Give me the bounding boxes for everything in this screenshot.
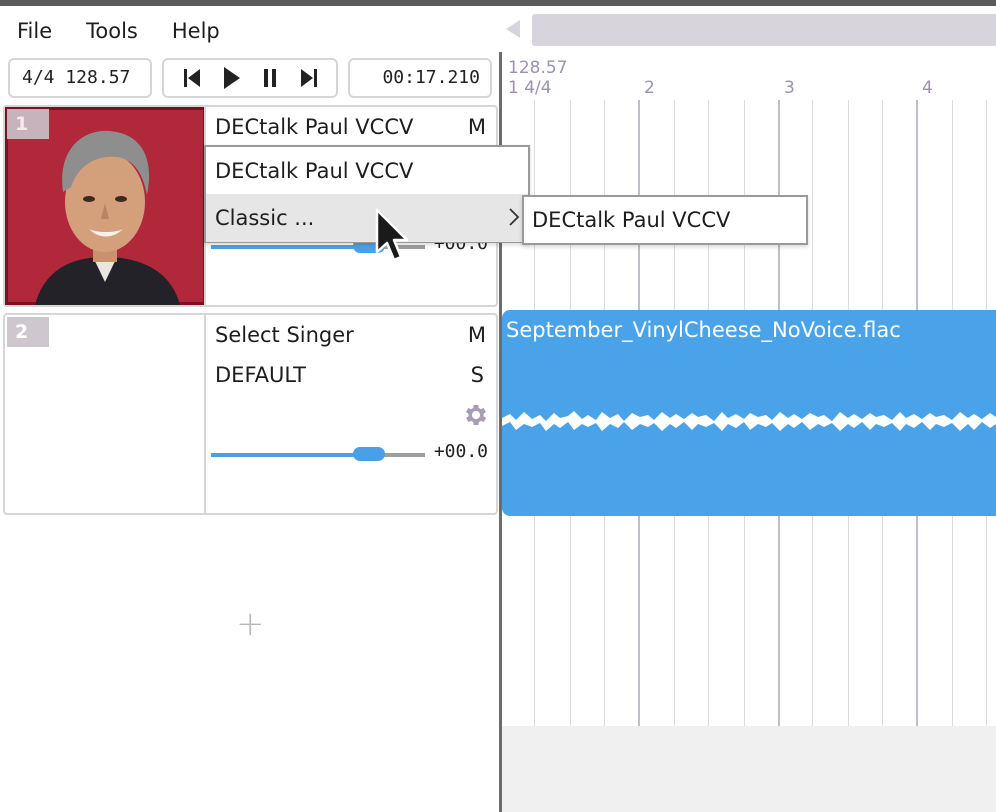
horizontal-scrollbar-thumb[interactable] <box>532 14 996 46</box>
mouse-cursor-icon <box>375 208 409 262</box>
skip-forward-button[interactable] <box>295 64 323 92</box>
singer-menu-item[interactable]: DECtalk Paul VCCV <box>206 147 528 195</box>
pause-button[interactable] <box>256 64 284 92</box>
bar-number: 4 <box>922 78 933 98</box>
tempo-timesig-display[interactable]: 4/4 128.57 <box>8 58 152 98</box>
singer-menu: DECtalk Paul VCCV Classic ... <box>204 145 530 243</box>
track-number: 1 <box>7 109 49 139</box>
menu-help[interactable]: Help <box>155 6 237 56</box>
bar-number: 2 <box>644 78 655 98</box>
mute-button[interactable]: M <box>468 115 486 139</box>
bar-number: 3 <box>784 78 795 98</box>
empty-track-area[interactable] <box>502 726 996 812</box>
track-singer-name[interactable]: DECtalk Paul VCCV <box>215 115 413 139</box>
track-renderer[interactable]: DEFAULT <box>215 363 306 387</box>
timeline-ruler[interactable]: 128.57 1 4/4 2 3 4 <box>502 54 996 104</box>
transport-controls <box>162 58 338 98</box>
volume-slider-fill <box>211 245 369 249</box>
singer-menu-item-group[interactable]: Classic ... <box>206 194 528 242</box>
track-number: 2 <box>7 317 49 347</box>
pause-icon <box>263 69 276 87</box>
mute-button[interactable]: M <box>468 323 486 347</box>
waveform <box>502 411 996 431</box>
scroll-left-icon[interactable] <box>506 20 520 38</box>
menu-tools[interactable]: Tools <box>69 6 155 56</box>
time-signature-marker[interactable]: 1 4/4 <box>508 78 552 98</box>
solo-button[interactable]: S <box>471 363 484 387</box>
menu-bar: File Tools Help <box>0 6 500 56</box>
chevron-right-icon <box>509 208 520 226</box>
skip-back-button[interactable] <box>178 64 206 92</box>
singer-submenu-item[interactable]: DECtalk Paul VCCV <box>522 195 808 245</box>
volume-slider-handle[interactable] <box>353 447 385 461</box>
gear-icon[interactable] <box>462 401 490 429</box>
add-track-button[interactable]: + <box>236 604 265 644</box>
skip-forward-icon <box>300 69 317 87</box>
menu-file[interactable]: File <box>0 6 69 56</box>
audio-part[interactable]: September_VinylCheese_NoVoice.flac <box>502 310 996 516</box>
volume-slider[interactable] <box>211 447 425 461</box>
skip-back-icon <box>183 69 200 87</box>
volume-value: +00.0 <box>433 441 488 462</box>
tempo-marker[interactable]: 128.57 <box>508 58 567 78</box>
playback-time-display[interactable]: 00:17.210 <box>348 58 492 98</box>
singer-menu-group-label: Classic ... <box>215 206 315 230</box>
track-2[interactable]: 2 Select Singer DEFAULT M S +00.0 <box>3 313 498 515</box>
track-singer-name[interactable]: Select Singer <box>215 323 354 347</box>
audio-part-filename: September_VinylCheese_NoVoice.flac <box>506 318 901 342</box>
play-button[interactable] <box>217 64 245 92</box>
play-icon <box>223 67 240 89</box>
volume-slider-fill <box>211 453 369 457</box>
